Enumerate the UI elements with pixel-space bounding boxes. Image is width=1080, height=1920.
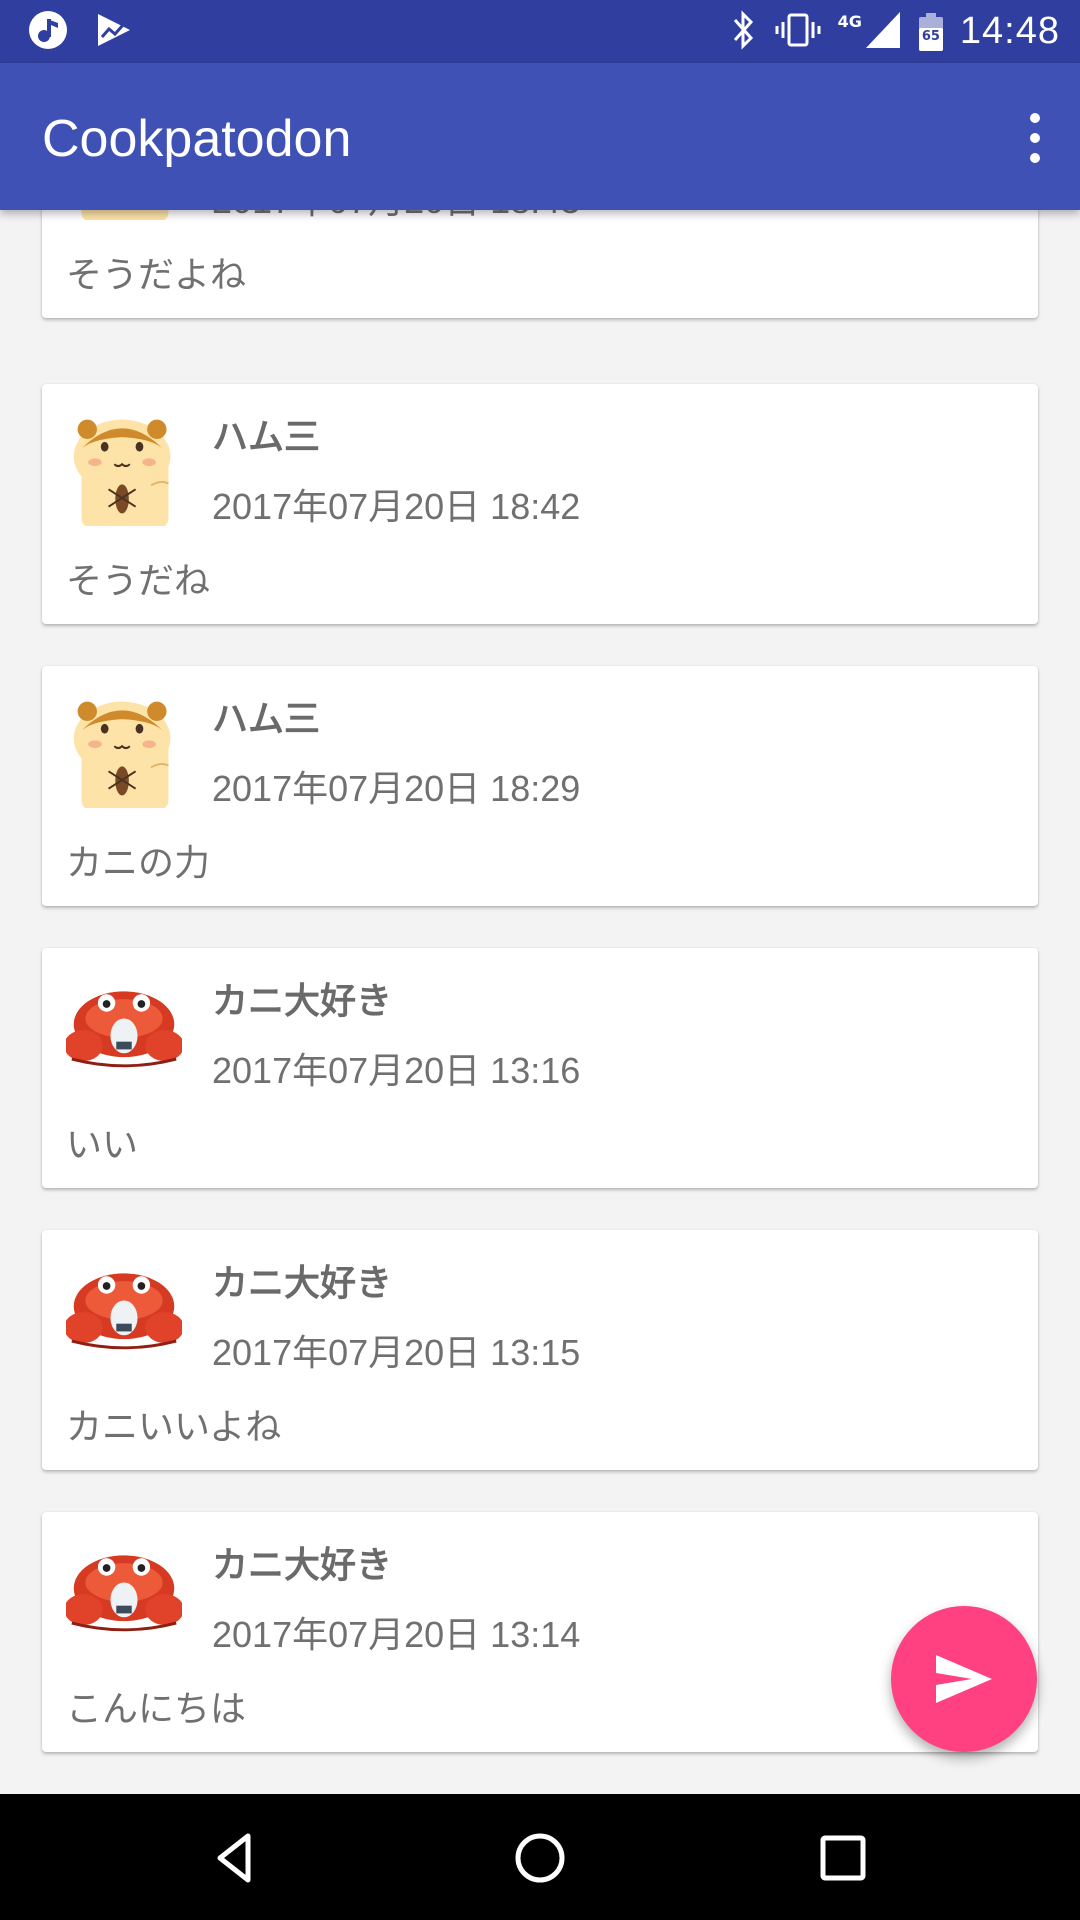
send-icon	[936, 1655, 992, 1703]
toot-card[interactable]: カニ大好き 2017年07月20日 13:16 いい	[42, 948, 1038, 1188]
navigation-bar	[0, 1794, 1080, 1920]
battery-icon: 65	[918, 12, 944, 52]
toot-card[interactable]: カニ大好き 2017年07月20日 13:14 こんにちは	[42, 1512, 1038, 1752]
app-bar: Cookpatodon	[0, 63, 1080, 210]
toot-card[interactable]: ハム三 2017年07月20日 18:29 カニの力	[42, 666, 1038, 906]
toot-card[interactable]: ハム三 2017年07月20日 18:42 そうだね	[42, 384, 1038, 624]
home-button[interactable]	[504, 1822, 576, 1894]
status-bar: 4G 65 14:48	[0, 0, 1080, 63]
recents-icon	[820, 1835, 866, 1881]
more-vert-icon[interactable]	[1020, 113, 1050, 163]
status-left-icons	[28, 10, 134, 54]
toot-timestamp: 2017年07月20日 18:42	[212, 486, 581, 527]
crab-avatar[interactable]	[66, 1538, 182, 1654]
toot-timestamp: 2017年07月20日 18:29	[212, 768, 581, 809]
toot-content: こんにちは	[66, 1689, 247, 1730]
toot-author-name: カニ大好き	[212, 1263, 393, 1304]
music-note-icon	[28, 10, 68, 54]
toot-timestamp: 2017年07月20日 18:43	[212, 210, 580, 224]
toot-content: カニいいよね	[66, 1407, 282, 1448]
toot-content: そうだよね	[66, 255, 247, 296]
hamster-avatar[interactable]	[66, 410, 182, 526]
toot-author-name: ハム三	[212, 699, 321, 740]
analytics-icon	[94, 10, 134, 54]
battery-level-text: 65	[921, 28, 940, 44]
recents-button[interactable]	[807, 1822, 879, 1894]
crab-avatar[interactable]	[66, 974, 182, 1090]
toot-author-name: ハム三	[212, 417, 321, 458]
toot-timestamp: 2017年07月20日 13:14	[212, 1614, 581, 1655]
back-button[interactable]	[200, 1822, 272, 1894]
bluetooth-icon	[728, 9, 758, 54]
toot-card[interactable]: 2017年07月20日 18:43 そうだよね	[42, 210, 1038, 318]
vibrate-icon	[774, 10, 822, 54]
toot-card[interactable]: カニ大好き 2017年07月20日 13:15 カニいいよね	[42, 1230, 1038, 1470]
hamster-avatar[interactable]	[66, 210, 182, 220]
toot-author-name: カニ大好き	[212, 1545, 393, 1586]
network-type-label: 4G	[837, 12, 862, 31]
hamster-avatar[interactable]	[66, 692, 182, 808]
toot-author-name: カニ大好き	[212, 981, 393, 1022]
toot-timestamp: 2017年07月20日 13:16	[212, 1050, 581, 1091]
signal-icon	[864, 10, 902, 54]
home-icon	[515, 1833, 565, 1883]
toot-content: そうだね	[66, 561, 211, 602]
crab-avatar[interactable]	[66, 1256, 182, 1372]
status-right-icons: 4G 65 14:48	[728, 4, 1060, 59]
toot-content: いい	[66, 1125, 139, 1166]
app-title: Cookpatodon	[42, 110, 352, 168]
toot-content: カニの力	[66, 843, 211, 884]
toot-list[interactable]: 2017年07月20日 18:43 そうだよね ハム三 2017年07月20日 …	[0, 210, 1080, 1794]
send-toot-button[interactable]	[891, 1606, 1037, 1752]
status-clock: 14:48	[959, 10, 1060, 52]
toot-timestamp: 2017年07月20日 13:15	[212, 1332, 581, 1373]
back-icon	[217, 1833, 251, 1883]
